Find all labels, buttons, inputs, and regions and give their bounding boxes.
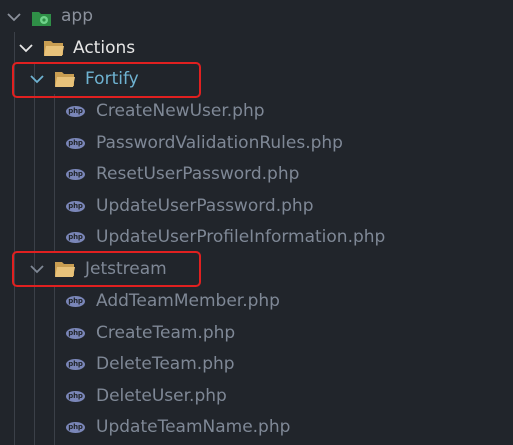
file-label: AddTeamMember.php — [96, 291, 280, 311]
file-label: CreateNewUser.php — [96, 101, 265, 121]
php-file-icon: php — [66, 422, 85, 433]
php-file-icon: php — [66, 296, 85, 307]
file-label: UpdateUserProfileInformation.php — [96, 227, 386, 247]
tree-file-item[interactable]: php CreateNewUser.php — [0, 95, 513, 127]
tree-file-item[interactable]: php AddTeamMember.php — [0, 285, 513, 317]
file-label: DeleteUser.php — [96, 386, 227, 406]
tree-item-actions[interactable]: Actions — [0, 32, 513, 64]
tree-file-item[interactable]: php PasswordValidationRules.php — [0, 127, 513, 159]
app-folder-icon — [31, 9, 53, 26]
php-file-icon: php — [66, 138, 85, 149]
tree-file-item[interactable]: php DeleteUser.php — [0, 380, 513, 412]
file-label: ResetUserPassword.php — [96, 164, 300, 184]
folder-open-icon — [43, 40, 65, 56]
php-file-icon: php — [66, 201, 85, 212]
tree-file-item[interactable]: php DeleteTeam.php — [0, 348, 513, 380]
tree-item-label: app — [61, 6, 93, 26]
highlight-box — [12, 251, 201, 287]
tree-item-app[interactable]: app — [0, 1, 513, 33]
tree-file-item[interactable]: php CreateTeam.php — [0, 317, 513, 349]
file-label: UpdateTeamName.php — [96, 417, 291, 437]
file-label: UpdateUserPassword.php — [96, 196, 314, 216]
file-label: CreateTeam.php — [96, 323, 236, 343]
php-file-icon: php — [66, 391, 85, 402]
chevron-down-icon[interactable] — [6, 9, 22, 25]
chevron-down-icon[interactable] — [18, 40, 34, 56]
file-label: PasswordValidationRules.php — [96, 133, 343, 153]
tree-item-label: Actions — [73, 38, 136, 58]
php-file-icon: php — [66, 169, 85, 180]
php-file-icon: php — [66, 359, 85, 370]
tree-file-item[interactable]: php UpdateUserPassword.php — [0, 190, 513, 222]
php-file-icon: php — [66, 328, 85, 339]
php-file-icon: php — [66, 106, 85, 117]
php-file-icon: php — [66, 232, 85, 243]
file-explorer-tree: app Actions Fortify php CreateNewUser.ph… — [0, 0, 513, 445]
highlight-box — [12, 62, 201, 98]
tree-file-item[interactable]: php UpdateUserProfileInformation.php — [0, 221, 513, 253]
tree-file-item[interactable]: php UpdateTeamName.php — [0, 411, 513, 443]
file-label: DeleteTeam.php — [96, 354, 235, 374]
tree-file-item[interactable]: php ResetUserPassword.php — [0, 158, 513, 190]
